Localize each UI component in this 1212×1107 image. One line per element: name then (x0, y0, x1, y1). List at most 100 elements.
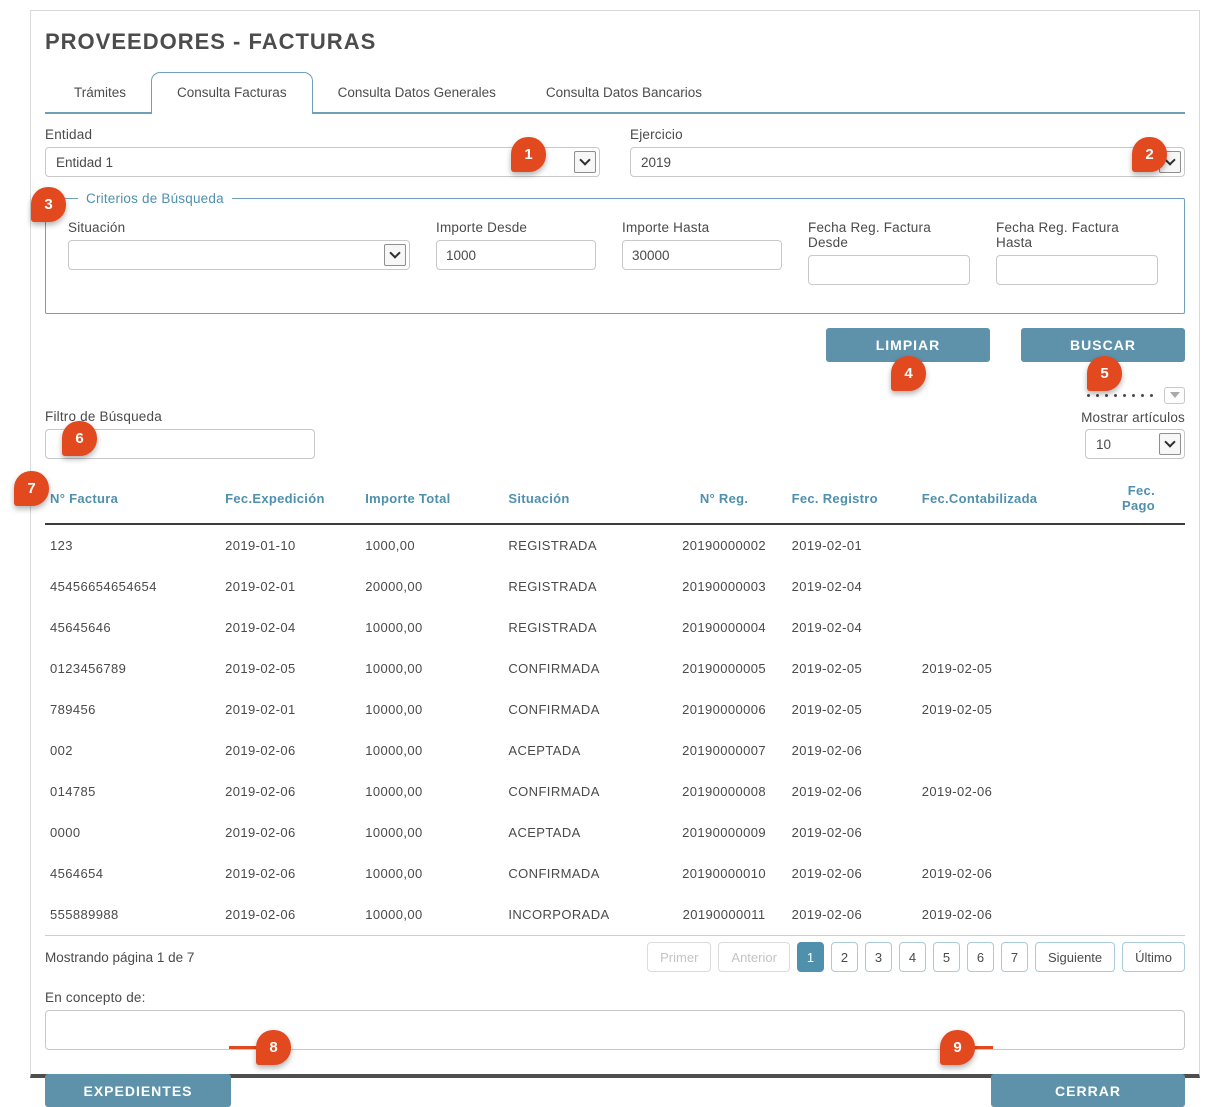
cell-importe-total: 10000,00 (360, 771, 503, 812)
table-row[interactable]: 4564654 2019-02-06 10000,00 CONFIRMADA 2… (45, 853, 1185, 894)
chevron-down-icon (384, 244, 406, 266)
cell-n-factura: 45645646 (45, 607, 220, 648)
proveedores-facturas-window: PROVEEDORES - FACTURAS Trámites Consulta… (30, 10, 1200, 1078)
tab-bar: Trámites Consulta Facturas Consulta Dato… (45, 72, 1185, 114)
tab-consulta-datos-generales[interactable]: Consulta Datos Generales (313, 73, 521, 112)
table-row[interactable]: 45456654654654 2019-02-01 20000,00 REGIS… (45, 566, 1185, 607)
cell-fec-expedicion: 2019-02-06 (220, 853, 360, 894)
cell-fec-expedicion: 2019-02-06 (220, 812, 360, 853)
importe-desde-label: Importe Desde (436, 220, 596, 235)
cell-fec-contabilizada: 2019-02-06 (917, 853, 1089, 894)
pagination-summary: Mostrando página 1 de 7 (45, 950, 194, 965)
table-row[interactable]: 0123456789 2019-02-05 10000,00 CONFIRMAD… (45, 648, 1185, 689)
cell-n-factura: 0123456789 (45, 648, 220, 689)
page-number-button[interactable]: 6 (967, 942, 994, 972)
en-concepto-de-textarea[interactable] (45, 1010, 1185, 1050)
tab-tramites[interactable]: Trámites (49, 73, 151, 112)
cell-fec-pago (1089, 607, 1185, 648)
facturas-table: N° Factura Fec.Expedición Importe Total … (45, 473, 1185, 936)
cell-fec-contabilizada (917, 730, 1089, 771)
table-row[interactable]: 45645646 2019-02-04 10000,00 REGISTRADA … (45, 607, 1185, 648)
criterios-busqueda-legend: Criterios de Búsqueda (78, 191, 232, 206)
cell-fec-registro: 2019-02-06 (787, 730, 917, 771)
chevron-down-icon (1159, 433, 1181, 455)
cell-fec-registro: 2019-02-06 (787, 894, 917, 936)
ejercicio-label: Ejercicio (630, 127, 1185, 142)
cell-n-reg: 20190000009 (662, 812, 787, 853)
page-number-button[interactable]: 2 (831, 942, 858, 972)
cell-fec-contabilizada (917, 607, 1089, 648)
cell-n-reg: 20190000003 (662, 566, 787, 607)
cell-situacion: CONFIRMADA (503, 853, 661, 894)
en-concepto-de-label: En concepto de: (45, 990, 1185, 1005)
cell-fec-contabilizada (917, 524, 1089, 566)
cell-fec-pago (1089, 524, 1185, 566)
ejercicio-selected-value: 2019 (641, 155, 671, 170)
cell-fec-pago (1089, 566, 1185, 607)
importe-hasta-input[interactable] (622, 240, 782, 270)
callout-badge-1: 1 (511, 137, 546, 172)
cerrar-button[interactable]: CERRAR (991, 1074, 1185, 1107)
cell-situacion: ACEPTADA (503, 730, 661, 771)
entidad-selected-value: Entidad 1 (56, 155, 113, 170)
mostrar-articulos-select[interactable]: 10 (1085, 429, 1185, 459)
situacion-label: Situación (68, 220, 410, 235)
criterios-busqueda-fieldset: Criterios de Búsqueda Situación Importe … (45, 191, 1185, 314)
cell-situacion: CONFIRMADA (503, 689, 661, 730)
col-header-fec-pago: Fec. Pago (1089, 473, 1185, 524)
table-row[interactable]: 014785 2019-02-06 10000,00 CONFIRMADA 20… (45, 771, 1185, 812)
cell-situacion: REGISTRADA (503, 607, 661, 648)
page-number-button[interactable]: 4 (899, 942, 926, 972)
callout-badge-8: 8 (256, 1030, 291, 1065)
cell-n-factura: 789456 (45, 689, 220, 730)
cell-fec-registro: 2019-02-01 (787, 524, 917, 566)
cell-n-factura: 0000 (45, 812, 220, 853)
table-row[interactable]: 555889988 2019-02-06 10000,00 INCORPORAD… (45, 894, 1185, 936)
mostrar-articulos-selected-value: 10 (1096, 437, 1111, 452)
ejercicio-select[interactable]: 2019 (630, 147, 1185, 177)
table-row[interactable]: 0000 2019-02-06 10000,00 ACEPTADA 201900… (45, 812, 1185, 853)
cell-n-factura: 555889988 (45, 894, 220, 936)
siguiente-page-button[interactable]: Siguiente (1035, 942, 1115, 972)
cell-n-reg: 20190000008 (662, 771, 787, 812)
cell-fec-expedicion: 2019-02-01 (220, 689, 360, 730)
fecha-reg-desde-input[interactable] (808, 255, 970, 285)
ultimo-page-button[interactable]: Último (1122, 942, 1185, 972)
tab-consulta-datos-bancarios[interactable]: Consulta Datos Bancarios (521, 73, 727, 112)
cell-fec-expedicion: 2019-02-06 (220, 894, 360, 936)
cell-n-reg: 20190000010 (662, 853, 787, 894)
callout-badge-6: 6 (62, 421, 97, 456)
callout-connector (973, 1046, 993, 1049)
cell-fec-contabilizada: 2019-02-06 (917, 894, 1089, 936)
page-number-button[interactable]: 3 (865, 942, 892, 972)
callout-badge-4: 4 (891, 356, 926, 391)
cell-fec-contabilizada: 2019-02-05 (917, 689, 1089, 730)
table-row[interactable]: 123 2019-01-10 1000,00 REGISTRADA 201900… (45, 524, 1185, 566)
callout-badge-9: 9 (940, 1030, 975, 1065)
table-row[interactable]: 002 2019-02-06 10000,00 ACEPTADA 2019000… (45, 730, 1185, 771)
cell-n-factura: 123 (45, 524, 220, 566)
importe-desde-input[interactable] (436, 240, 596, 270)
cell-fec-expedicion: 2019-02-06 (220, 730, 360, 771)
tab-consulta-facturas[interactable]: Consulta Facturas (151, 72, 313, 114)
table-row[interactable]: 789456 2019-02-01 10000,00 CONFIRMADA 20… (45, 689, 1185, 730)
fecha-reg-hasta-input[interactable] (996, 255, 1158, 285)
page-number-button[interactable]: 1 (797, 942, 824, 972)
col-header-importe-total: Importe Total (360, 473, 503, 524)
page-title: PROVEEDORES - FACTURAS (45, 29, 1185, 55)
anterior-page-button: Anterior (718, 942, 790, 972)
cell-fec-pago (1089, 730, 1185, 771)
page-number-button[interactable]: 5 (933, 942, 960, 972)
cell-importe-total: 10000,00 (360, 607, 503, 648)
cell-importe-total: 10000,00 (360, 853, 503, 894)
dots-dropdown-button[interactable] (1164, 387, 1185, 404)
cell-situacion: REGISTRADA (503, 566, 661, 607)
expedientes-button[interactable]: EXPEDIENTES (45, 1074, 231, 1107)
page-number-button[interactable]: 7 (1001, 942, 1028, 972)
cell-fec-registro: 2019-02-06 (787, 771, 917, 812)
situacion-select[interactable] (68, 240, 410, 270)
cell-fec-contabilizada: 2019-02-05 (917, 648, 1089, 689)
cell-importe-total: 10000,00 (360, 894, 503, 936)
cell-fec-registro: 2019-02-04 (787, 607, 917, 648)
cell-fec-pago (1089, 853, 1185, 894)
